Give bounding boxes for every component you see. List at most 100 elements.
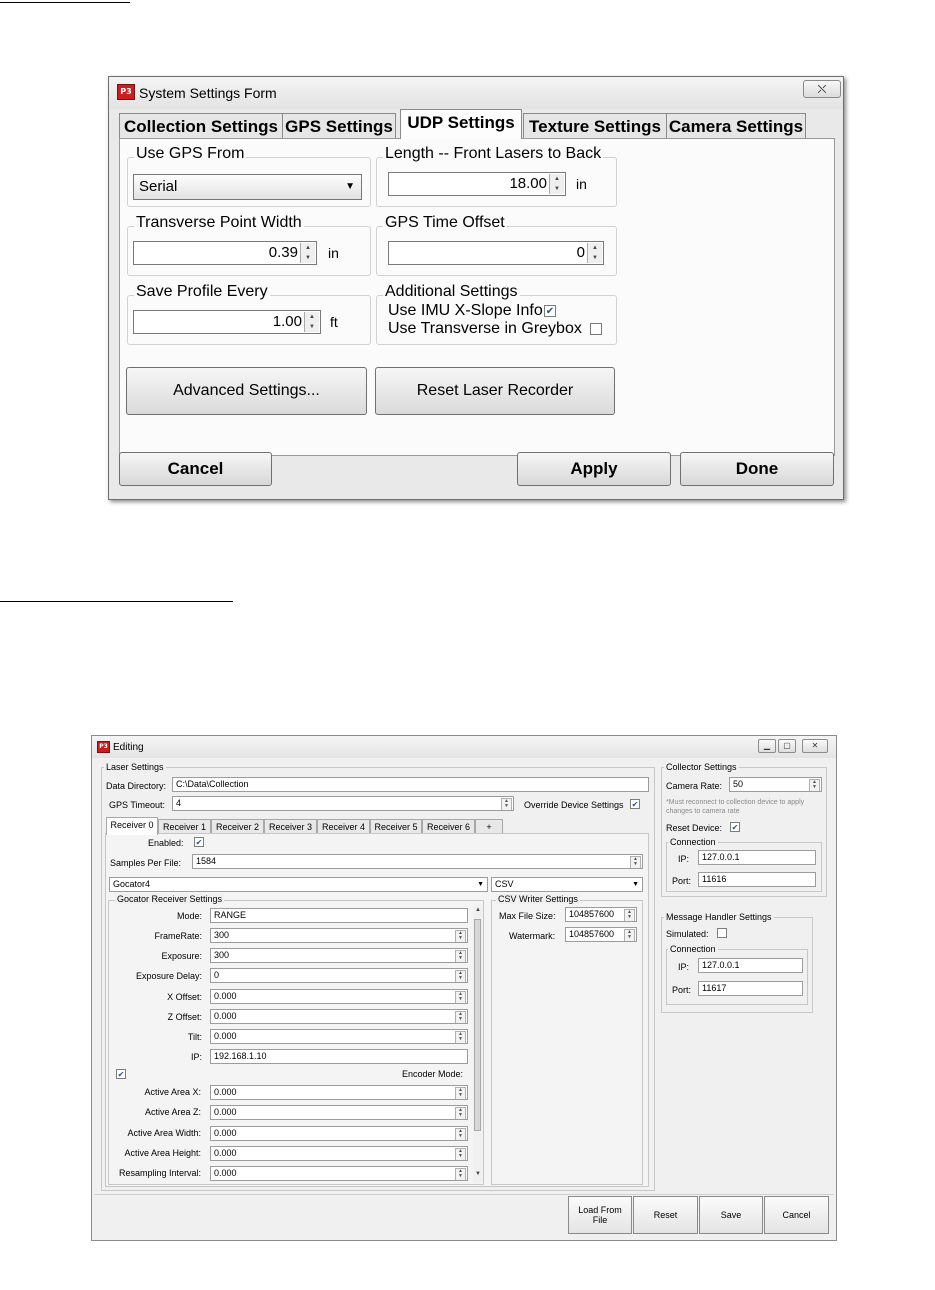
spinner-arrows-icon[interactable]: ▲ ▼ xyxy=(455,1087,466,1099)
spinner-arrows-icon[interactable]: ▲ ▼ xyxy=(455,1128,466,1140)
camera-rate-label: Camera Rate: xyxy=(666,781,723,791)
maximize-icon[interactable]: ▢ xyxy=(778,739,796,753)
gocator-field-input[interactable]: 0.000 ▲ ▼ xyxy=(210,989,468,1004)
reset-device-checkbox[interactable]: ✔ xyxy=(730,822,740,832)
scroll-up-icon[interactable]: ▲ xyxy=(475,907,481,913)
gocator-field-input[interactable]: 192.168.1.10 xyxy=(210,1049,468,1064)
spinner-arrows-icon[interactable]: ▲ ▼ xyxy=(455,1148,466,1160)
use-imu-checkbox[interactable]: ✔ xyxy=(544,305,556,317)
spinner-arrows-icon[interactable]: ▲ ▼ xyxy=(455,991,466,1003)
gocator-field-input[interactable]: 300 ▲ ▼ xyxy=(210,948,468,963)
override-checkbox[interactable]: ✔ xyxy=(630,799,640,809)
close-icon[interactable]: ✕ xyxy=(802,739,828,753)
close-icon[interactable]: ⛌ xyxy=(803,80,841,98)
writer-type-select[interactable]: CSV ▼ xyxy=(491,877,643,892)
cancel-button[interactable]: Cancel xyxy=(764,1196,829,1234)
watermark-input[interactable]: 104857600 ▲ ▼ xyxy=(565,927,637,942)
tab-texture-settings[interactable]: Texture Settings xyxy=(523,113,667,139)
handler-ip-input[interactable]: 127.0.0.1 xyxy=(698,958,803,973)
spinner-arrows-icon[interactable]: ▲ ▼ xyxy=(455,930,466,942)
spinner-arrows-icon[interactable]: ▲ ▼ xyxy=(455,1168,466,1180)
message-handler-legend: Message Handler Settings xyxy=(664,912,774,922)
spinner-arrows-icon[interactable]: ▲ ▼ xyxy=(809,779,820,791)
gps-time-offset-input[interactable]: 0 ▲ ▼ xyxy=(388,241,604,265)
spinner-arrows-icon[interactable]: ▲ ▼ xyxy=(455,1107,466,1119)
transverse-width-input[interactable]: 0.39 ▲ ▼ xyxy=(133,241,317,265)
tab-collection-settings[interactable]: Collection Settings xyxy=(119,113,283,139)
spinner-arrows-icon[interactable]: ▲ ▼ xyxy=(455,950,466,962)
length-input[interactable]: 18.00 ▲ ▼ xyxy=(388,172,566,196)
spinner-arrows-icon[interactable]: ▲ ▼ xyxy=(300,243,315,263)
collector-port-input[interactable]: 11616 xyxy=(698,872,816,887)
minimize-icon[interactable]: ▁ xyxy=(758,739,776,753)
gps-timeout-label: GPS Timeout: xyxy=(109,800,166,810)
scroll-thumb[interactable] xyxy=(474,919,481,1131)
laser-settings-legend: Laser Settings xyxy=(104,762,166,772)
collector-ip-input[interactable]: 127.0.0.1 xyxy=(698,850,816,865)
tab-gps-settings[interactable]: GPS Settings xyxy=(282,113,396,139)
active-area-input[interactable]: 0.000 ▲ ▼ xyxy=(210,1146,468,1161)
max-file-size-input[interactable]: 104857600 ▲ ▼ xyxy=(565,907,637,922)
length-label: Length -- Front Lasers to Back xyxy=(383,145,604,163)
spinner-arrows-icon[interactable]: ▲ ▼ xyxy=(624,929,635,941)
samples-per-file-input[interactable]: 1584 ▲ ▼ xyxy=(192,854,643,869)
tab-receiver-2[interactable]: Receiver 2 xyxy=(211,819,264,834)
spinner-arrows-icon[interactable]: ▲ ▼ xyxy=(630,856,641,868)
spinner-arrows-icon[interactable]: ▲ ▼ xyxy=(549,174,564,194)
tab-receiver-0[interactable]: Receiver 0 xyxy=(106,817,158,835)
spinner-arrows-icon[interactable]: ▲ ▼ xyxy=(455,1031,466,1043)
tab-receiver-5[interactable]: Receiver 5 xyxy=(370,819,422,834)
app-icon: P3 xyxy=(97,741,110,753)
gocator-field-input[interactable]: RANGE xyxy=(210,908,468,923)
active-area-input[interactable]: 0.000 ▲ ▼ xyxy=(210,1105,468,1120)
handler-ip-label: IP: xyxy=(678,962,690,972)
gocator-field-input[interactable]: 0.000 ▲ ▼ xyxy=(210,1029,468,1044)
use-gps-from-select[interactable]: Serial ▼ xyxy=(133,174,362,200)
advanced-settings-button[interactable]: Advanced Settings... xyxy=(126,367,367,415)
enabled-checkbox[interactable]: ✔ xyxy=(194,837,204,847)
gps-time-offset-value: 0 xyxy=(576,244,585,261)
camera-rate-input[interactable]: 50 ▲ ▼ xyxy=(729,777,822,792)
reset-laser-recorder-button[interactable]: Reset Laser Recorder xyxy=(375,367,615,415)
tab-udp-settings[interactable]: UDP Settings xyxy=(400,109,522,139)
tab-receiver-3[interactable]: Receiver 3 xyxy=(264,819,317,834)
spinner-arrows-icon[interactable]: ▲ ▼ xyxy=(624,909,635,921)
cancel-button[interactable]: Cancel xyxy=(119,452,272,486)
receiver-type-value: Gocator4 xyxy=(113,879,151,889)
window-title: System Settings Form xyxy=(139,85,277,101)
handler-port-input[interactable]: 11617 xyxy=(698,981,803,996)
encoder-checkbox[interactable]: ✔ xyxy=(116,1069,126,1079)
spinner-arrows-icon[interactable]: ▲ ▼ xyxy=(455,970,466,982)
tab-receiver-6[interactable]: Receiver 6 xyxy=(422,819,475,834)
load-from-file-button[interactable]: Load From File xyxy=(568,1196,632,1234)
tab-receiver-1[interactable]: Receiver 1 xyxy=(158,819,211,834)
data-directory-input[interactable]: C:\Data\Collection xyxy=(172,777,649,792)
chevron-down-icon: ▼ xyxy=(345,181,355,192)
active-area-input[interactable]: 0.000 ▲ ▼ xyxy=(210,1166,468,1181)
tab-receiver-4[interactable]: Receiver 4 xyxy=(317,819,370,834)
spinner-arrows-icon[interactable]: ▲ ▼ xyxy=(587,243,602,263)
simulated-checkbox[interactable] xyxy=(717,928,727,938)
active-area-input[interactable]: 0.000 ▲ ▼ xyxy=(210,1126,468,1141)
use-transverse-checkbox[interactable] xyxy=(590,323,602,335)
gocator-field-input[interactable]: 0 ▲ ▼ xyxy=(210,968,468,983)
save-button[interactable]: Save xyxy=(699,1196,763,1234)
gocator-field-value: 300 xyxy=(214,950,230,960)
gocator-field-input[interactable]: 300 ▲ ▼ xyxy=(210,928,468,943)
tab-add-receiver[interactable]: + xyxy=(475,819,503,834)
gocator-scrollbar[interactable]: ▲ ▼ xyxy=(473,905,483,1182)
active-area-label: Active Area Z: xyxy=(144,1107,201,1117)
save-profile-input[interactable]: 1.00 ▲ ▼ xyxy=(133,310,321,334)
apply-button[interactable]: Apply xyxy=(517,452,671,486)
receiver-type-select[interactable]: Gocator4 ▼ xyxy=(109,877,488,892)
reset-button[interactable]: Reset xyxy=(633,1196,698,1234)
gocator-field-input[interactable]: 0.000 ▲ ▼ xyxy=(210,1009,468,1024)
spinner-arrows-icon[interactable]: ▲ ▼ xyxy=(501,798,512,810)
active-area-input[interactable]: 0.000 ▲ ▼ xyxy=(210,1085,468,1100)
tab-camera-settings[interactable]: Camera Settings xyxy=(666,113,806,139)
scroll-down-icon[interactable]: ▼ xyxy=(475,1171,481,1177)
gps-timeout-input[interactable]: 4 ▲ ▼ xyxy=(172,796,514,811)
spinner-arrows-icon[interactable]: ▲ ▼ xyxy=(304,312,319,332)
spinner-arrows-icon[interactable]: ▲ ▼ xyxy=(455,1011,466,1023)
done-button[interactable]: Done xyxy=(680,452,834,486)
